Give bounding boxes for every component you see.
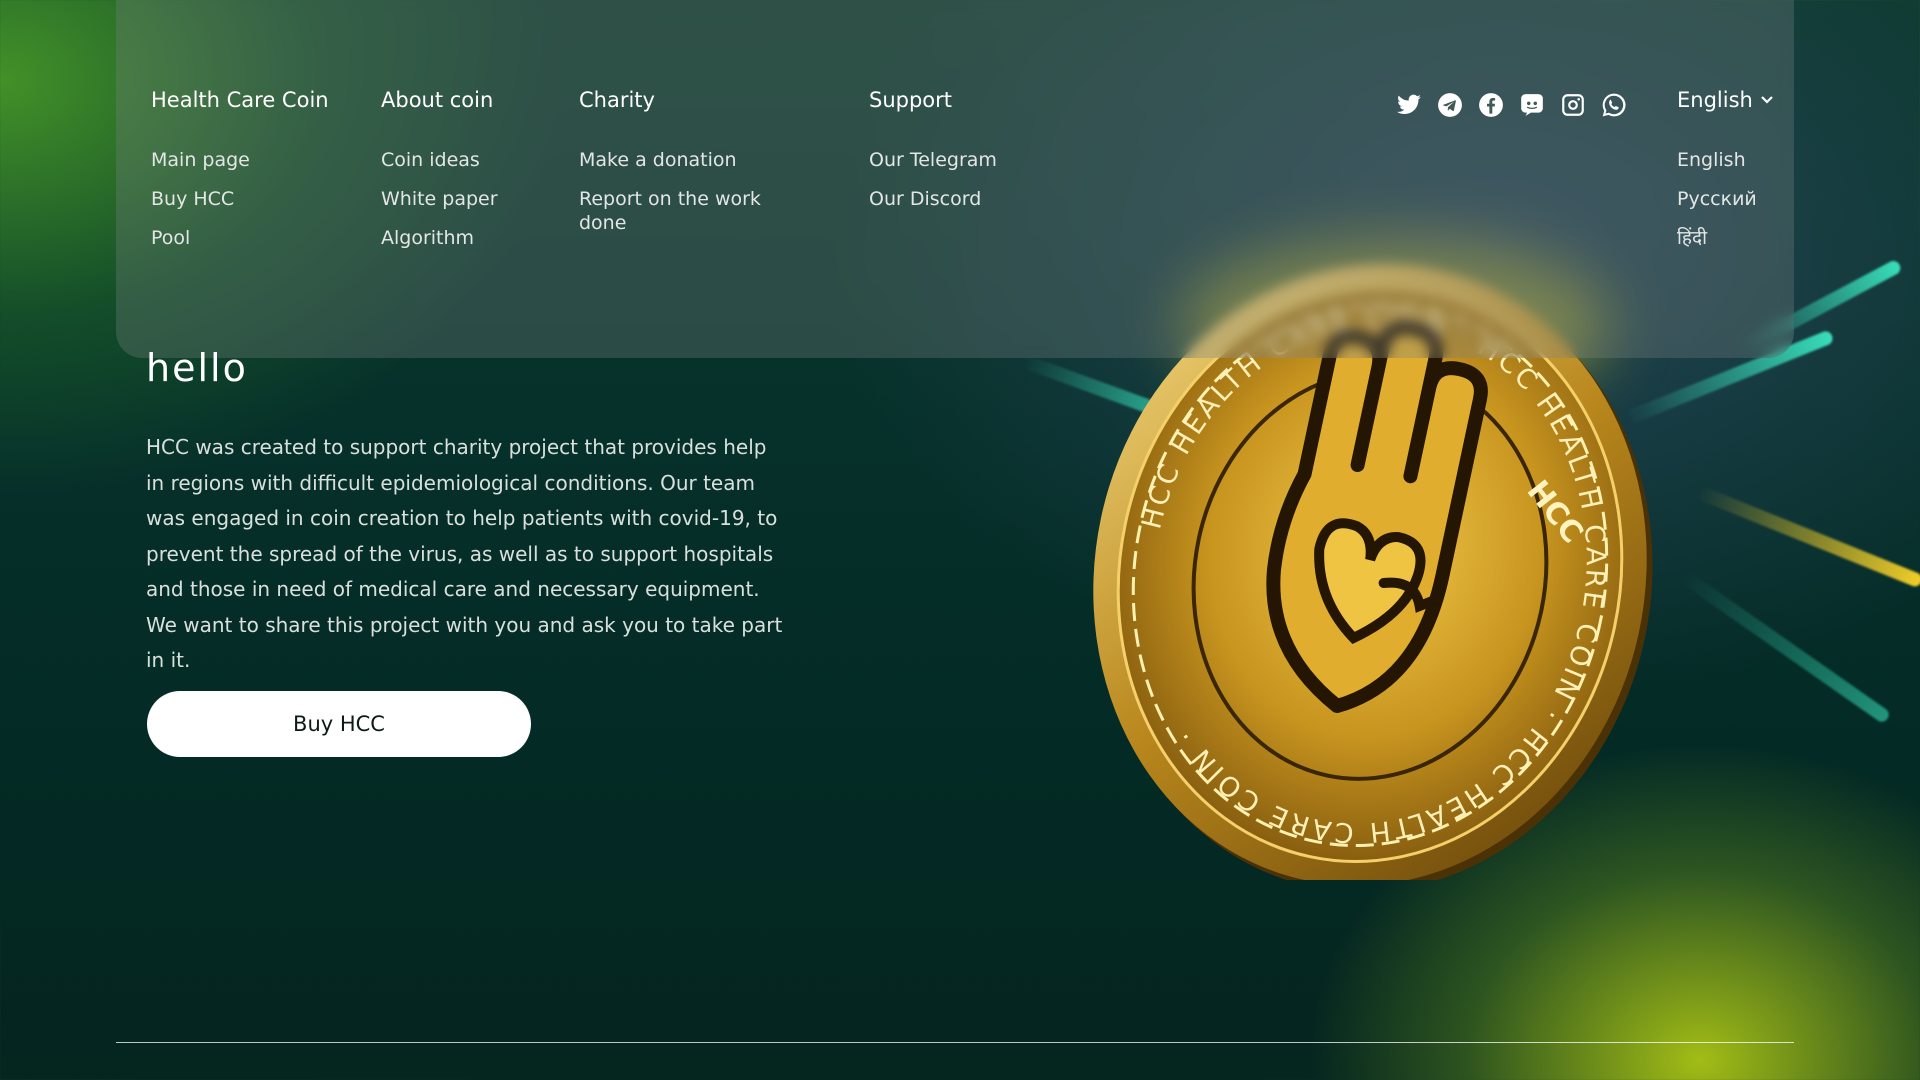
- hero-description: HCC was created to support charity proje…: [146, 435, 783, 672]
- menu-column-support: Support Our Telegram Our Discord: [869, 88, 997, 226]
- menu-link-make-donation[interactable]: Make a donation: [579, 148, 779, 172]
- language-option-russian[interactable]: Русский: [1677, 187, 1773, 211]
- chevron-down-icon: [1761, 96, 1773, 104]
- menu-link-buy-hcc[interactable]: Buy HCC: [151, 187, 329, 211]
- social-links: [1396, 92, 1627, 118]
- current-language: English: [1677, 88, 1753, 112]
- discord-icon[interactable]: [1519, 92, 1545, 118]
- hero-heading: hello: [146, 346, 248, 390]
- instagram-icon[interactable]: [1560, 92, 1586, 118]
- whatsapp-icon[interactable]: [1601, 92, 1627, 118]
- menu-heading[interactable]: Charity: [579, 88, 779, 112]
- buy-hcc-button[interactable]: Buy HCC: [147, 691, 531, 757]
- facebook-icon[interactable]: [1478, 92, 1504, 118]
- menu-link-coin-ideas[interactable]: Coin ideas: [381, 148, 498, 172]
- menu-link-work-report[interactable]: Report on the work done: [579, 187, 779, 235]
- language-selector: English English Русский हिंदी: [1677, 88, 1773, 265]
- language-option-english[interactable]: English: [1677, 148, 1773, 172]
- menu-heading[interactable]: Health Care Coin: [151, 88, 329, 112]
- menu-link-telegram[interactable]: Our Telegram: [869, 148, 997, 172]
- twitter-icon[interactable]: [1396, 92, 1422, 118]
- menu-heading[interactable]: Support: [869, 88, 997, 112]
- menu-column-health-care-coin: Health Care Coin Main page Buy HCC Pool: [151, 88, 329, 265]
- menu-link-algorithm[interactable]: Algorithm: [381, 226, 498, 250]
- menu-link-discord[interactable]: Our Discord: [869, 187, 997, 211]
- footer-divider: [116, 1042, 1794, 1043]
- menu-column-charity: Charity Make a donation Report on the wo…: [579, 88, 779, 250]
- language-dropdown[interactable]: English: [1677, 88, 1773, 112]
- menu-link-white-paper[interactable]: White paper: [381, 187, 498, 211]
- menu-heading[interactable]: About coin: [381, 88, 498, 112]
- telegram-icon[interactable]: [1437, 92, 1463, 118]
- menu-link-pool[interactable]: Pool: [151, 226, 329, 250]
- menu-link-main-page[interactable]: Main page: [151, 148, 329, 172]
- mega-menu: Health Care Coin Main page Buy HCC Pool …: [116, 0, 1794, 358]
- light-streak: [1696, 485, 1920, 589]
- menu-column-about-coin: About coin Coin ideas White paper Algori…: [381, 88, 498, 265]
- light-streak: [1678, 569, 1892, 725]
- language-option-hindi[interactable]: हिंदी: [1677, 226, 1773, 250]
